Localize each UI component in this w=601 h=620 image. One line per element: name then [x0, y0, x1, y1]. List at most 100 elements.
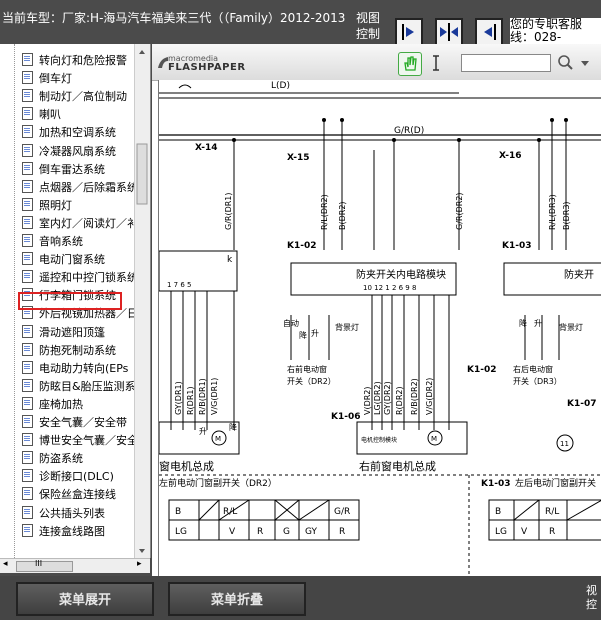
cell-r2: R [339, 527, 345, 537]
label-down-right: 降 [519, 318, 527, 328]
label-down: 降 [299, 330, 307, 340]
tree-item[interactable]: 冷凝器风扇系统 [22, 143, 116, 160]
customer-service-banner[interactable]: 您的专职客服 线：028-870383 [510, 18, 601, 44]
tree-horizontal-scrollbar[interactable]: ◂ III ▸ [0, 558, 150, 573]
tree-item[interactable]: 连接盒线路图 [22, 523, 105, 540]
consult-phone: 线：028-870383 [510, 30, 562, 45]
cell-rl: R/L [223, 507, 237, 517]
logo-big-text: FLASHPAPER [168, 62, 246, 73]
tree-item-label: 诊断接口(DLC) [39, 470, 114, 484]
wire-gr-dr2: G/R(DR2) [455, 192, 464, 230]
page-forward-button[interactable] [395, 18, 423, 46]
scroll-left-arrow-icon[interactable]: ◂ [3, 559, 8, 569]
module-label: 防夹开关内电路模块 [356, 268, 446, 281]
tree-item[interactable]: 座椅加热 [22, 396, 83, 413]
motor-left-label: 窗电机总成 [159, 459, 214, 473]
module-label-right: 防夹开 [564, 268, 594, 281]
document-viewer: macromedia FLASHPAPER L(D) G/R(D) X-14 X… [152, 44, 601, 576]
tree-item[interactable]: 点烟器／后除霜系统 [22, 179, 138, 196]
menu-expand-button[interactable]: 菜单展开 [16, 582, 154, 616]
wire-vg-dr1: V/G(DR1) [210, 378, 219, 415]
wire-gy-dr2: GY(DR2) [383, 381, 392, 415]
document-icon [22, 505, 33, 519]
cell-right-v: V [521, 527, 528, 537]
tree-item[interactable]: 倒车雷达系统 [22, 161, 105, 178]
cell-right-rl: R/L [545, 507, 559, 517]
scroll-thumb[interactable]: III [16, 559, 73, 572]
label-top-wire: L(D) [271, 81, 290, 91]
tree-item[interactable]: 安全气囊／安全带 [22, 414, 127, 431]
tree-item[interactable]: 电动门窗系统 [22, 251, 105, 268]
arrow-left-icon [484, 24, 496, 40]
fit-width-icon [440, 23, 458, 41]
pin-k: k [227, 255, 233, 265]
menu-collapse-button[interactable]: 菜单折叠 [168, 582, 306, 616]
tree-item-label: 公共插头列表 [39, 506, 105, 520]
tree-item-label: 电动助力转向(EPs [39, 361, 129, 375]
tree-item[interactable]: 电动助力转向(EPs [22, 360, 128, 377]
search-options-icon[interactable] [580, 58, 590, 71]
label-bus: G/R(D) [394, 126, 424, 136]
hand-tool-button[interactable] [398, 52, 422, 76]
circle-number: 11 [560, 440, 569, 448]
tree-item-label: 转向灯和危险报警 [39, 54, 127, 67]
tree-item[interactable]: 加热和空调系统 [22, 124, 116, 141]
tree-item[interactable]: 制动灯／高位制动 [22, 88, 127, 105]
tree-item[interactable]: 喇叭 [22, 106, 61, 123]
bottom-view-control: 视 控 [586, 584, 597, 612]
tree-item[interactable]: 诊断接口(DLC) [22, 468, 114, 485]
document-icon [22, 143, 33, 157]
label-up: 升 [311, 329, 319, 338]
document-icon [22, 53, 33, 66]
tree-vertical-scrollbar[interactable] [134, 44, 150, 558]
search-button[interactable] [555, 53, 577, 71]
tree-item-label: 防抱死制动系统 [39, 343, 116, 357]
arrow-right-icon [402, 24, 414, 40]
wire-vg-dr2: V/G(DR2) [425, 378, 434, 415]
view-control-label: 视图 控制 [356, 10, 386, 42]
document-icon [22, 179, 33, 193]
tree-item[interactable]: 博世安全气囊／安全 [22, 432, 138, 449]
document-icon [22, 487, 33, 501]
tree-item[interactable]: 防抱死制动系统 [22, 342, 116, 359]
lift-up: 升 [199, 427, 207, 436]
tree-item[interactable]: 室内灯／阅读灯／衤 [22, 215, 138, 232]
tree-item[interactable]: 倒车灯 [22, 70, 72, 87]
tree-item[interactable]: 转向灯和危险报警 [22, 52, 127, 69]
cell-g: G [283, 527, 290, 537]
motor-m-right: M [431, 435, 437, 443]
fit-width-button[interactable] [435, 18, 463, 46]
tree-item-label: 电动门窗系统 [39, 253, 105, 267]
document-icon [22, 71, 33, 85]
page-back-button[interactable] [475, 18, 503, 46]
tree-item[interactable]: 照明灯 [22, 197, 72, 214]
document-icon [22, 197, 33, 211]
tree-item-label: 加热和空调系统 [39, 126, 116, 140]
cell-b: B [175, 507, 181, 517]
document-icon [22, 234, 33, 247]
pins-mid: 10 12 1 2 6 9 8 [363, 284, 416, 292]
text-select-tool-button[interactable] [429, 53, 443, 73]
tree-item-label: 冷凝器风扇系统 [39, 144, 116, 158]
tree-item[interactable]: 遥控和中控门锁系统 [22, 269, 138, 286]
tree-item[interactable]: 滑动遮阳顶篷 [22, 324, 105, 341]
document-icon [22, 342, 33, 356]
tree-item-label: 滑动遮阳顶篷 [39, 325, 105, 339]
magnifier-icon [558, 55, 573, 70]
cell-gy: GY [305, 527, 318, 537]
document-icon [22, 415, 33, 428]
label-backlight-right: 背景灯 [559, 322, 583, 332]
document-icon [22, 378, 33, 392]
tree-item[interactable]: 音响系统 [22, 233, 83, 250]
cell-r: R [257, 527, 263, 537]
tree-item[interactable]: 公共插头列表 [22, 505, 105, 522]
scroll-right-arrow-icon[interactable]: ▸ [137, 559, 142, 569]
search-input[interactable] [461, 54, 551, 72]
tree-item[interactable]: 保险丝盒连接线 [22, 486, 116, 503]
tree-item-label: 座椅加热 [39, 397, 83, 411]
document-icon [22, 270, 33, 284]
bottom-view-control-line1: 视 [586, 584, 597, 597]
tree-item-label: 室内灯／阅读灯／衤 [39, 216, 138, 230]
tree-item[interactable]: 防盗系统 [22, 450, 83, 467]
tree-item[interactable]: 防眩目&胎压监测系 [22, 378, 136, 395]
